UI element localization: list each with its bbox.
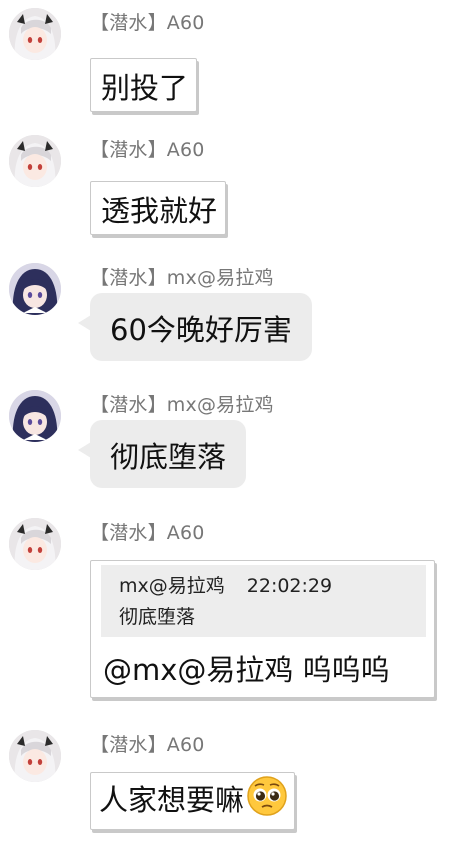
chat-message: 【潜水】mx@易拉鸡 60今晚好厉害 (0, 263, 460, 378)
quote-time: 22:02:29 (246, 575, 333, 597)
quote-header: mx@易拉鸡 22:02:29 (119, 571, 418, 598)
sender-name: 【潜水】mx@易拉鸡 (90, 267, 274, 289)
white-hair-avatar-icon (9, 518, 61, 570)
avatar[interactable] (9, 135, 61, 187)
message-text: 透我就好 (101, 194, 218, 228)
sender-name: 【潜水】A60 (90, 139, 205, 161)
sender-name: 【潜水】A60 (90, 12, 205, 34)
message-text: @mx@易拉鸡 呜呜呜 (103, 653, 390, 687)
sender-name: 【潜水】mx@易拉鸡 (90, 394, 274, 416)
chat-message: 【潜水】A60 透我就好 (0, 135, 460, 235)
message-bubble[interactable]: 人家想要嘛 (90, 772, 296, 830)
white-hair-avatar-icon (9, 730, 61, 782)
quote-text: 彻底堕落 (119, 606, 196, 628)
quote-author: mx@易拉鸡 (119, 575, 225, 597)
message-bubble[interactable]: 别投了 (90, 58, 198, 112)
white-hair-avatar-icon (9, 8, 61, 60)
message-bubble[interactable]: 透我就好 (90, 181, 227, 235)
avatar[interactable] (9, 8, 61, 60)
message-text: 彻底堕落 (110, 440, 227, 474)
chat-message: 【潜水】A60 别投了 (0, 8, 460, 112)
message-text: 人家想要嘛 (99, 783, 245, 817)
avatar[interactable] (9, 390, 61, 442)
chat-message: 【潜水】A60 mx@易拉鸡 22:02:29 彻底堕落 @mx@易拉鸡 呜呜呜 (0, 518, 460, 708)
sender-name: 【潜水】A60 (90, 522, 205, 544)
avatar[interactable] (9, 263, 61, 315)
white-hair-avatar-icon (9, 135, 61, 187)
avatar[interactable] (9, 730, 61, 782)
sender-name: 【潜水】A60 (90, 734, 205, 756)
pleading-face-emoji-icon (246, 775, 288, 824)
message-text: 60今晚好厉害 (110, 313, 292, 347)
reply-message-bubble[interactable]: mx@易拉鸡 22:02:29 彻底堕落 @mx@易拉鸡 呜呜呜 (90, 560, 435, 698)
message-bubble[interactable]: 彻底堕落 (77, 420, 247, 488)
chat-message: 【潜水】mx@易拉鸡 彻底堕落 (0, 390, 460, 505)
message-text: 别投了 (101, 71, 189, 105)
quoted-message[interactable]: mx@易拉鸡 22:02:29 彻底堕落 (101, 565, 426, 637)
message-bubble[interactable]: 60今晚好厉害 (78, 293, 312, 361)
avatar[interactable] (9, 518, 61, 570)
chat-message: 【潜水】A60 人家想要嘛 (0, 730, 460, 840)
dark-hair-avatar-icon (9, 390, 61, 442)
dark-hair-avatar-icon (9, 263, 61, 315)
